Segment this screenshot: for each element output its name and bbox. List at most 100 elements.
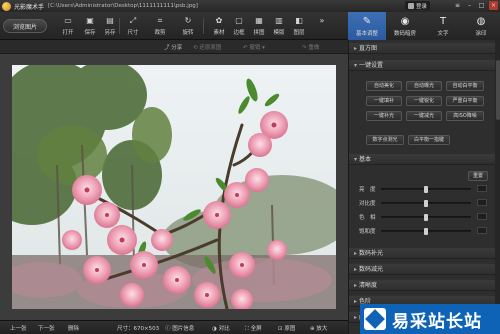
original-size-button[interactable]: ⊡ 原图 [278, 324, 295, 332]
section-label: 清晰度 [359, 282, 378, 289]
image-info-button[interactable]: ⓘ 图片信息 [165, 324, 194, 332]
save-button[interactable]: ▣ 保存 [80, 15, 100, 37]
zoom-label: 放大 [316, 326, 328, 332]
crop-icon: ⌗ [157, 16, 163, 25]
saturation-value-field[interactable] [477, 227, 487, 234]
tab-text[interactable]: T 文字 [424, 12, 462, 40]
reduce-light-section[interactable]: ▸ 数码减光 [349, 264, 495, 275]
crop-button[interactable]: ⌗ 裁剪 [150, 15, 170, 37]
material-label: 素材 [213, 30, 225, 36]
menu-icon[interactable]: ≡ [453, 1, 462, 10]
white-balance-pick-button[interactable]: 白平衡一指键 [408, 135, 450, 145]
resize-button[interactable]: ⤢ 尺寸 [123, 15, 143, 37]
text-icon: T [439, 15, 447, 27]
tab-label: 文字 [437, 30, 449, 37]
close-icon[interactable]: × [489, 1, 498, 10]
tab-basic-adjust[interactable]: ✎ 基本调整 [348, 12, 386, 40]
scroll-thumb[interactable] [496, 60, 500, 120]
collapse-arrow-icon: ▸ [354, 298, 358, 305]
rotate-label: 旋转 [182, 30, 194, 36]
collapse-arrow-icon: ▸ [354, 314, 358, 321]
high-iso-denoise-button[interactable]: 高ISO降噪 [446, 111, 484, 121]
zoom-in-button[interactable]: ⊕ 放大 [310, 324, 327, 332]
histogram-label: 直方图 [359, 45, 378, 52]
layer-button[interactable]: ◧ 图层 [289, 15, 309, 37]
adjust-panel: ▸ 直方图 ▾ 一键设置 自动美化 自动曝光 自动白平衡 一键填补 一键锐化 严重白… [348, 40, 500, 334]
save-as-label: 另存 [104, 30, 116, 36]
template-button[interactable]: ▥ 模版 [269, 15, 289, 37]
fullscreen-button[interactable]: ⛶ 全屏 [245, 324, 262, 333]
panel-scrollbar[interactable] [495, 40, 500, 334]
slider-knob[interactable] [424, 200, 428, 207]
maximize-icon[interactable]: □ [477, 1, 486, 10]
open-button[interactable]: ▭ 打开 [58, 15, 78, 37]
collapse-arrow-icon: ▸ [354, 250, 358, 257]
undo-button[interactable]: ↶ 撤销 ▾ [243, 43, 265, 51]
resize-label: 尺寸 [127, 30, 139, 36]
border-button[interactable]: ▢ 边框 [229, 15, 249, 37]
one-key-fill-light-button[interactable]: 一键补光 [366, 111, 402, 121]
clarity-section[interactable]: ▸ 清晰度 [349, 280, 495, 291]
save-as-icon: ▤ [106, 16, 114, 25]
material-button[interactable]: ✿ 素材 [209, 15, 229, 37]
brightness-value-field[interactable] [477, 185, 487, 192]
rotate-button[interactable]: ↻ 旋转 [178, 15, 198, 37]
rotate-icon: ↻ [184, 16, 192, 25]
share-label: 分享 [171, 45, 183, 51]
tab-stamp[interactable]: ◍ 涂印 [462, 12, 500, 40]
one-key-section[interactable]: ▾ 一键设置 [349, 60, 495, 71]
collage-icon: ▦ [255, 16, 263, 25]
slider-knob[interactable] [424, 228, 428, 235]
watermark-logo-icon [364, 308, 386, 330]
image-canvas[interactable] [0, 54, 348, 320]
login-label: 登录 [415, 3, 427, 10]
next-image-button[interactable]: 下一张 [38, 324, 55, 332]
contrast-slider[interactable] [381, 200, 471, 207]
auto-white-balance-button[interactable]: 自动白平衡 [446, 81, 484, 91]
title-bar: 光影魔术手 [C:\Users\Administrator\Desktop\11… [0, 0, 500, 12]
toolbar-divider [119, 18, 120, 34]
image-info-label: 图片信息 [172, 326, 195, 332]
more-tools-button[interactable]: » [312, 15, 332, 37]
delete-button[interactable]: 删除 [68, 324, 79, 332]
brightness-slider[interactable] [381, 186, 471, 193]
collapse-arrow-icon: ▸ [354, 282, 358, 289]
one-key-sharpen-button[interactable]: 一键锐化 [406, 96, 442, 106]
collapse-arrow-icon: ▸ [354, 45, 358, 52]
basic-label: 基本 [359, 156, 372, 163]
restore-button[interactable]: ⟲ 还原原图 [193, 43, 221, 51]
reset-button[interactable]: 重置 [468, 171, 488, 181]
one-key-fill-button[interactable]: 一键填补 [366, 96, 402, 106]
camera-icon: ◉ [400, 15, 410, 27]
border-icon: ▢ [235, 16, 243, 25]
slider-knob[interactable] [424, 214, 428, 221]
auto-beautify-button[interactable]: 自动美化 [366, 81, 402, 91]
tab-label: 涂印 [475, 30, 487, 37]
strict-white-balance-button[interactable]: 严重白平衡 [446, 96, 484, 106]
prev-image-button[interactable]: 上一张 [10, 324, 27, 332]
hue-value-field[interactable] [477, 213, 487, 220]
mode-tabs: ✎ 基本调整 ◉ 数码暗房 T 文字 ◍ 涂印 [348, 12, 500, 40]
basic-section[interactable]: ▾ 基本 [349, 154, 495, 165]
redo-button[interactable]: ↷ 重做 [302, 43, 319, 51]
one-key-reduce-light-button[interactable]: 一键减光 [406, 111, 442, 121]
saturation-slider[interactable] [381, 228, 471, 235]
compare-button[interactable]: ◑ 对比 [212, 324, 230, 332]
fill-light-section[interactable]: ▸ 数码补光 [349, 248, 495, 259]
share-button[interactable]: ⤴ 分享 [164, 43, 182, 51]
tab-digital-darkroom[interactable]: ◉ 数码暗房 [386, 12, 424, 40]
slider-knob[interactable] [424, 186, 428, 193]
login-button[interactable]: 登录 [404, 1, 430, 10]
spot-metering-button[interactable]: 数字点测光 [366, 135, 404, 145]
one-key-label: 一键设置 [359, 62, 384, 69]
browse-images-button[interactable]: 浏览图片 [3, 19, 47, 33]
save-as-button[interactable]: ▤ 另存 [100, 15, 120, 37]
edit-subbar: ⤴ 分享 ⟲ 还原原图 ↶ 撤销 ▾ ↷ 重做 [0, 40, 348, 54]
collage-button[interactable]: ▦ 拼图 [249, 15, 269, 37]
contrast-value-field[interactable] [477, 199, 487, 206]
histogram-section[interactable]: ▸ 直方图 [349, 43, 495, 54]
hue-slider[interactable] [381, 214, 471, 221]
minimize-icon[interactable]: – [465, 1, 474, 10]
fullscreen-label: 全屏 [250, 326, 262, 332]
auto-exposure-button[interactable]: 自动曝光 [406, 81, 442, 91]
